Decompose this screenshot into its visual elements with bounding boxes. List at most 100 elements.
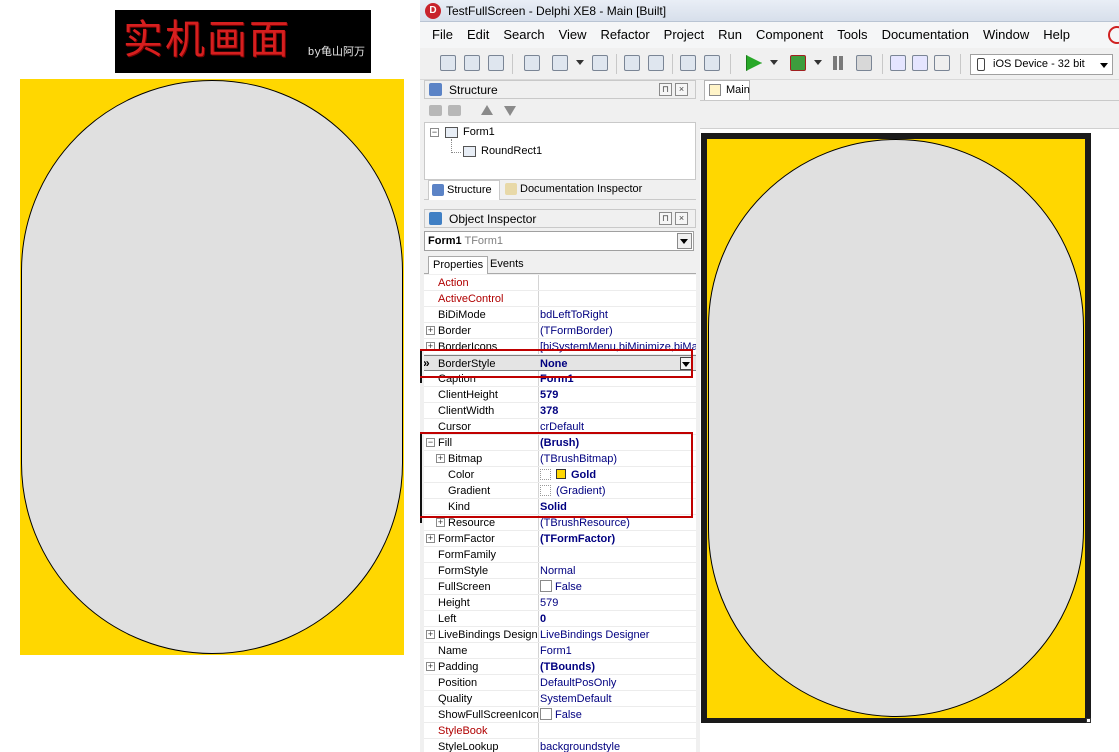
property-value[interactable]: 579 xyxy=(540,595,696,611)
menu-item-help[interactable]: Help xyxy=(1043,27,1070,42)
property-row-stylelookup[interactable]: StyleLookup backgroundstyle xyxy=(424,739,696,752)
run-without-debug-dropdown-icon[interactable] xyxy=(814,60,822,65)
tab-events[interactable]: Events xyxy=(486,256,528,274)
checkbox[interactable] xyxy=(540,708,552,720)
property-row-border[interactable]: + Border (TFormBorder) xyxy=(424,323,696,339)
tree-node-roundrect1[interactable]: RoundRect1 xyxy=(481,145,542,157)
close-icon[interactable]: × xyxy=(675,83,688,96)
property-row-action[interactable]: Action xyxy=(424,275,696,291)
property-row-livebindings-designer[interactable]: + LiveBindings Designer LiveBindings Desig… xyxy=(424,627,696,643)
expand-icon[interactable]: + xyxy=(436,518,445,527)
property-row-padding[interactable]: + Padding (TBounds) xyxy=(424,659,696,675)
property-value[interactable]: 378 xyxy=(540,403,696,419)
property-row-formstyle[interactable]: FormStyle Normal xyxy=(424,563,696,579)
run-icon[interactable] xyxy=(746,55,762,71)
property-row-left[interactable]: Left 0 xyxy=(424,611,696,627)
property-value[interactable]: Normal xyxy=(540,563,696,579)
roundrect1-shape[interactable] xyxy=(708,139,1084,717)
move-down-icon[interactable] xyxy=(504,106,516,116)
menu-item-project[interactable]: Project xyxy=(664,27,704,42)
new-form-icon[interactable] xyxy=(464,55,480,71)
add-to-project-icon[interactable] xyxy=(680,55,696,71)
expand-icon[interactable]: + xyxy=(426,662,435,671)
delete-folder-icon[interactable] xyxy=(448,105,461,116)
target-platform-select[interactable]: iOS Device - 32 bit xyxy=(970,54,1113,75)
save-icon[interactable] xyxy=(592,55,608,71)
property-value[interactable]: LiveBindings Designer xyxy=(540,627,696,643)
tree-node-form1[interactable]: Form1 xyxy=(463,126,495,138)
pin-icon[interactable]: ⊓ xyxy=(659,212,672,225)
run-without-debug-icon[interactable] xyxy=(790,55,806,71)
property-value[interactable]: SystemDefault xyxy=(540,691,696,707)
step-over-icon[interactable] xyxy=(912,55,928,71)
open-project-icon[interactable] xyxy=(488,55,504,71)
menu-item-run[interactable]: Run xyxy=(718,27,742,42)
property-row-name[interactable]: Name Form1 xyxy=(424,643,696,659)
property-value[interactable]: 579 xyxy=(540,387,696,403)
tab-properties[interactable]: Properties xyxy=(428,256,489,274)
property-row-formfamily[interactable]: FormFamily xyxy=(424,547,696,563)
property-value[interactable]: False xyxy=(540,707,696,723)
close-icon[interactable]: × xyxy=(675,212,688,225)
tab-structure[interactable]: Structure xyxy=(428,180,500,200)
property-value[interactable]: (TFormFactor) xyxy=(540,531,696,547)
run-to-cursor-icon[interactable] xyxy=(934,55,950,71)
menu-item-window[interactable]: Window xyxy=(983,27,1029,42)
menu-item-edit[interactable]: Edit xyxy=(467,27,489,42)
menu-item-refactor[interactable]: Refactor xyxy=(601,27,650,42)
property-name: FormFactor xyxy=(438,533,495,545)
save-all-icon[interactable] xyxy=(624,55,640,71)
property-value[interactable]: (TBounds) xyxy=(540,659,696,675)
property-row-showfullscreenicon[interactable]: ShowFullScreenIcon False xyxy=(424,707,696,723)
open-dropdown-icon[interactable] xyxy=(576,60,584,65)
property-row-activecontrol[interactable]: ActiveControl xyxy=(424,291,696,307)
object-selector-dropdown[interactable] xyxy=(677,233,692,249)
open-icon[interactable] xyxy=(552,55,568,71)
expand-icon[interactable]: + xyxy=(426,326,435,335)
new-file-icon[interactable] xyxy=(524,55,540,71)
property-value[interactable]: (TFormBorder) xyxy=(540,323,696,339)
resize-grip[interactable] xyxy=(1086,718,1091,723)
stop-icon[interactable] xyxy=(856,55,872,71)
move-up-icon[interactable] xyxy=(481,105,493,115)
property-row-stylebook[interactable]: StyleBook xyxy=(424,723,696,739)
property-row-formfactor[interactable]: + FormFactor (TFormFactor) xyxy=(424,531,696,547)
expand-icon[interactable]: + xyxy=(426,630,435,639)
menu-item-search[interactable]: Search xyxy=(503,27,544,42)
property-name: FormFamily xyxy=(438,549,497,561)
property-row-quality[interactable]: Quality SystemDefault xyxy=(424,691,696,707)
property-value[interactable]: DefaultPosOnly xyxy=(540,675,696,691)
property-value[interactable]: Form1 xyxy=(540,643,696,659)
close-all-icon[interactable] xyxy=(648,55,664,71)
object-selector[interactable]: Form1 TForm1 xyxy=(424,231,694,251)
menu-item-tools[interactable]: Tools xyxy=(837,27,867,42)
run-dropdown-icon[interactable] xyxy=(770,60,778,65)
property-value[interactable]: False xyxy=(540,579,696,595)
help-icon[interactable] xyxy=(1108,26,1119,44)
menu-item-view[interactable]: View xyxy=(559,27,587,42)
new-items-icon[interactable] xyxy=(440,55,456,71)
property-row-bidimode[interactable]: BiDiMode bdLeftToRight xyxy=(424,307,696,323)
property-row-height[interactable]: Height 579 xyxy=(424,595,696,611)
tab-main[interactable]: Main xyxy=(704,80,750,100)
pause-icon[interactable] xyxy=(830,55,846,71)
tab-documentation-inspector[interactable]: Documentation Inspector xyxy=(502,180,648,200)
form1-design-surface[interactable] xyxy=(701,133,1091,723)
property-row-fullscreen[interactable]: FullScreen False xyxy=(424,579,696,595)
trace-into-icon[interactable] xyxy=(890,55,906,71)
property-row-clientwidth[interactable]: ClientWidth 378 xyxy=(424,403,696,419)
collapse-icon[interactable]: − xyxy=(430,128,439,137)
property-value[interactable]: backgroundstyle xyxy=(540,739,696,752)
expand-icon[interactable]: + xyxy=(426,534,435,543)
property-value[interactable]: bdLeftToRight xyxy=(540,307,696,323)
property-value[interactable]: 0 xyxy=(540,611,696,627)
new-folder-icon[interactable] xyxy=(429,105,442,116)
menu-item-component[interactable]: Component xyxy=(756,27,823,42)
menu-item-file[interactable]: File xyxy=(432,27,453,42)
menu-item-documentation[interactable]: Documentation xyxy=(882,27,969,42)
property-row-position[interactable]: Position DefaultPosOnly xyxy=(424,675,696,691)
checkbox[interactable] xyxy=(540,580,552,592)
remove-from-project-icon[interactable] xyxy=(704,55,720,71)
property-row-clientheight[interactable]: ClientHeight 579 xyxy=(424,387,696,403)
pin-icon[interactable]: ⊓ xyxy=(659,83,672,96)
